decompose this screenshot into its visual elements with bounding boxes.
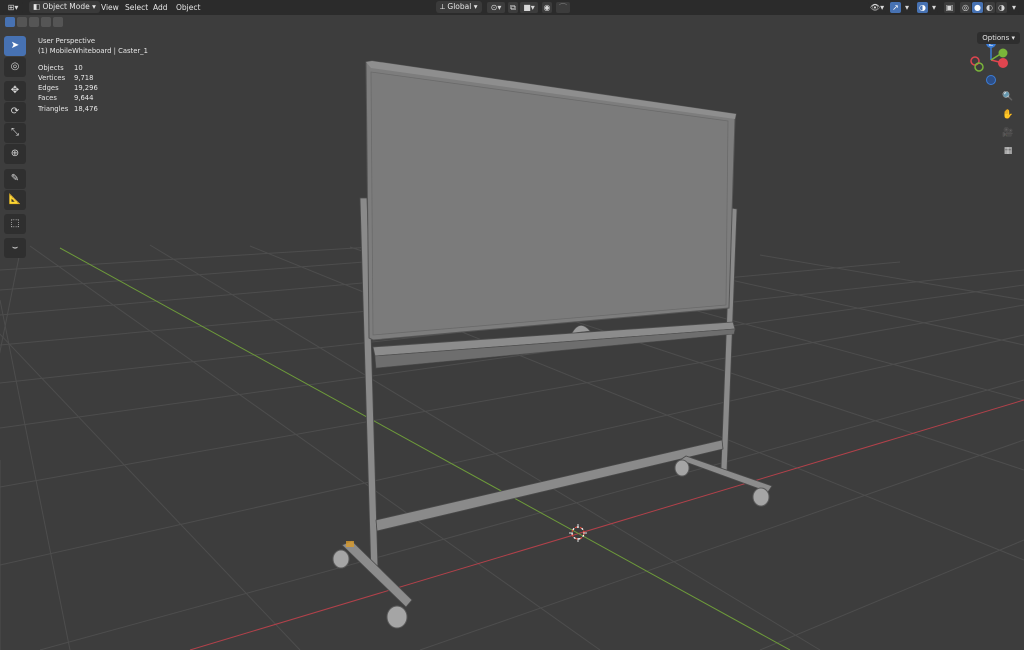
hand-pan-icon[interactable]: ✋ [1002, 109, 1014, 122]
chevron-down-icon: ▾ [473, 2, 478, 11]
object-context: (1) MobileWhiteboard | Caster_1 [38, 47, 148, 56]
pivot-point-icon[interactable]: ⊙▾ [487, 2, 505, 13]
stats-row: Faces 9,644 [38, 94, 94, 103]
rotate-tool[interactable]: ⟳ [4, 102, 26, 122]
select-subtract-icon[interactable] [29, 17, 39, 27]
gizmo-y-axis[interactable] [998, 48, 1008, 58]
snap-toggle-icon[interactable]: ⧉ [508, 2, 518, 13]
transform-tool[interactable]: ⊕ [4, 144, 26, 164]
overlays-toggle-icon[interactable]: ◑ [917, 2, 928, 13]
gizmo-x-axis[interactable] [998, 58, 1008, 68]
menu-view[interactable]: View [101, 0, 119, 15]
move-icon: ✥ [10, 85, 20, 96]
ruler-icon: 📐 [8, 194, 22, 205]
overlays-options-icon[interactable]: ▾ [930, 2, 938, 13]
gizmo-options-icon[interactable]: ▾ [903, 2, 911, 13]
options-dropdown[interactable]: Options ▾ [977, 32, 1020, 44]
scale-tool[interactable]: ⤡ [4, 123, 26, 143]
view-name: User Perspective [38, 37, 96, 45]
scale-icon: ⤡ [11, 127, 19, 138]
measure-tool[interactable]: 📐 [4, 190, 26, 210]
wireframe-shading-icon[interactable]: ◎ [960, 2, 971, 13]
add-cube-tool[interactable]: ⬚ [4, 214, 26, 234]
select-invert-icon[interactable] [41, 17, 51, 27]
proportional-edit-icon[interactable]: ◉ [542, 2, 552, 13]
gizmo-toggle-icon[interactable]: ↗ [890, 2, 901, 13]
pencil-icon: ✎ [10, 173, 20, 184]
viewport-header: ⊞▾ ◧ Object Mode ▾ View Select Add Objec… [0, 0, 1024, 15]
selection-mode-bar: Options ▾ [0, 15, 1024, 44]
mode-label: Object Mode [42, 2, 90, 11]
viewport-info-overlay: User Perspective (1) MobileWhiteboard | … [38, 36, 148, 114]
editor-type-icon[interactable]: ⊞▾ [3, 2, 23, 13]
menu-add[interactable]: Add [153, 0, 168, 15]
stats-row: Edges 19,296 [38, 84, 98, 93]
stats-row: Vertices 9,718 [38, 73, 94, 82]
curve-icon: ⌣ [11, 242, 19, 253]
chevron-down-icon: ▾ [92, 2, 96, 11]
stats-row: Triangles 18,476 [38, 104, 98, 113]
transform-orientation-dropdown[interactable]: ⟂ Global ▾ [436, 1, 482, 13]
3d-cursor-tool-icon: ◎ [10, 61, 20, 72]
rotate-icon: ⟳ [10, 106, 20, 117]
xray-toggle-icon[interactable]: ▣ [944, 2, 955, 13]
caster-wheel[interactable] [332, 549, 350, 569]
select-extend-icon[interactable] [17, 17, 27, 27]
move-tool[interactable]: ✥ [4, 81, 26, 101]
orientation-icon: ⟂ [440, 2, 446, 11]
shading-options-icon[interactable]: ▾ [1009, 2, 1019, 13]
select-new-icon[interactable] [5, 17, 15, 27]
select-intersect-icon[interactable] [53, 17, 63, 27]
gizmo-neg-z-axis[interactable] [986, 75, 996, 85]
perspective-grid-icon[interactable]: ▦ [1002, 145, 1014, 158]
menu-select[interactable]: Select [125, 0, 148, 15]
annotate-tool[interactable]: ✎ [4, 169, 26, 189]
solid-shading-icon[interactable]: ● [972, 2, 983, 13]
chevron-down-icon: ▾ [1011, 34, 1015, 42]
cursor-icon: ➤ [10, 40, 20, 51]
caster-wheel[interactable] [386, 605, 408, 629]
add-cube-icon: ⬚ [10, 218, 20, 229]
viewport-3d[interactable]: Z [0, 0, 1024, 650]
stats-row: Objects 10 [38, 63, 83, 72]
zoom-icon[interactable]: 🔍 [1002, 91, 1014, 104]
sculpt-curve-tool[interactable]: ⌣ [4, 238, 26, 258]
camera-view-icon[interactable]: 🎥 [1002, 127, 1014, 140]
rendered-shading-icon[interactable]: ◑ [996, 2, 1007, 13]
transform-icon: ⊕ [10, 148, 20, 159]
menu-object[interactable]: Object [176, 0, 200, 15]
material-shading-icon[interactable]: ◐ [984, 2, 995, 13]
falloff-icon[interactable]: ⌒ [556, 2, 570, 13]
cursor-tool[interactable]: ◎ [4, 57, 26, 77]
visibility-icon[interactable]: 👁▾ [868, 2, 886, 13]
mode-dropdown[interactable]: ◧ Object Mode ▾ [29, 1, 100, 13]
caster-wheel[interactable] [674, 459, 690, 477]
caster-wheel[interactable] [752, 487, 770, 507]
snap-target-icon[interactable]: ■▾ [520, 2, 538, 13]
object-mode-icon: ◧ [33, 2, 41, 11]
select-box-tool[interactable]: ➤ [4, 36, 26, 56]
